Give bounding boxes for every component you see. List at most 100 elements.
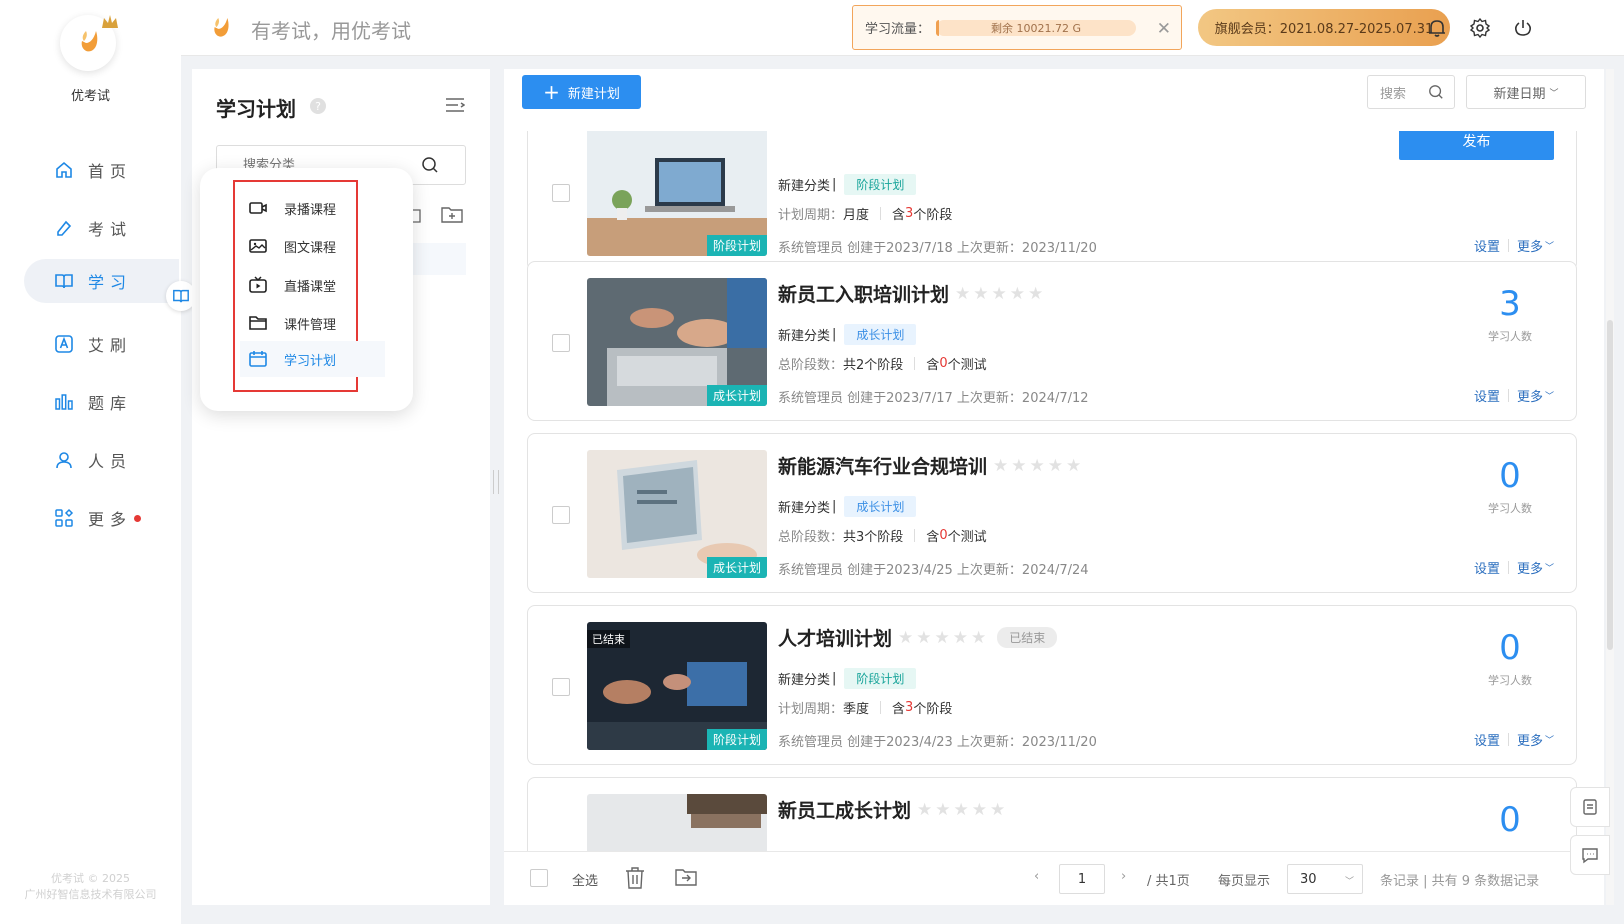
learner-count-label: 学习人数 — [1488, 674, 1532, 687]
row-checkbox[interactable] — [552, 678, 570, 696]
plan-card[interactable]: 成长计划 新能源汽车行业合规培训 ★ ★ ★ ★ ★ 新建分类 | 成长计划 总阶段数： 共3个… — [527, 433, 1577, 593]
close-icon[interactable]: ✕ — [1157, 19, 1171, 39]
thumb-tag: 成长计划 — [706, 385, 767, 406]
ended-overlay: 已结束 — [587, 630, 630, 648]
plus-icon: + — [543, 80, 560, 104]
learner-count: 3 — [1499, 284, 1521, 324]
plan-category: 新建分类 | 阶段计划 — [778, 668, 917, 689]
plan-title[interactable]: 新能源汽车行业合规培训 ★ ★ ★ ★ ★ — [778, 452, 1084, 479]
settings-link[interactable]: 设置 — [1474, 558, 1500, 577]
row-checkbox[interactable] — [552, 506, 570, 524]
plan-type-tag: 阶段计划 — [844, 668, 917, 689]
trash-icon[interactable] — [624, 866, 646, 890]
panel-title: 学习计划 — [216, 97, 296, 121]
scrollbar-thumb[interactable] — [1607, 320, 1613, 650]
plan-category: 新建分类 | 成长计划 — [778, 496, 917, 517]
nav-item-more[interactable]: 更多 — [24, 496, 179, 540]
plan-card[interactable]: 阶段计划 新建分类 | 阶段计划 计划周期： 月度含 3 个阶段 系统管理员 创建于202… — [527, 131, 1577, 271]
plan-title[interactable]: 新员工成长计划 ★ ★ ★ ★ ★ — [778, 796, 1008, 823]
page-number-input[interactable] — [1059, 864, 1105, 894]
bar-chart-icon — [54, 392, 74, 412]
plan-info: 系统管理员 创建于2023/4/23 上次更新：2023/11/20 — [778, 735, 1097, 750]
row-checkbox[interactable] — [552, 334, 570, 352]
calendar-icon — [248, 349, 268, 369]
nav-item-aishua[interactable]: 艾刷 — [24, 322, 179, 366]
rating-stars: ★ ★ ★ ★ ★ — [898, 627, 987, 648]
collapse-menu-icon[interactable] — [445, 97, 465, 113]
crown-icon — [102, 15, 118, 28]
search-icon[interactable] — [421, 156, 439, 174]
more-link[interactable]: 更多 — [1517, 236, 1543, 255]
traffic-banner: 学习流量： 剩余 10021.72 G ✕ — [852, 5, 1182, 50]
plan-type-tag: 成长计划 — [844, 324, 917, 345]
plan-category: 新建分类 | 成长计划 — [778, 324, 917, 345]
plan-card[interactable]: 新员工成长计划 ★ ★ ★ ★ ★ 0 — [527, 777, 1577, 851]
apps-icon — [54, 508, 74, 528]
bell-icon[interactable] — [1426, 17, 1448, 39]
more-link[interactable]: 更多 — [1517, 730, 1543, 749]
plan-search-box[interactable]: 搜索 — [1367, 75, 1455, 109]
document-icon — [1583, 799, 1597, 815]
slogan: 有考试，用优考试 — [251, 19, 411, 43]
help-icon[interactable]: ? — [310, 98, 326, 114]
rating-stars: ★ ★ ★ ★ ★ — [955, 283, 1044, 304]
home-icon — [54, 160, 74, 180]
plan-card[interactable]: 已结束 阶段计划 人才培训计划 ★ ★ ★ ★ ★ 已结束 新建分类 | 阶段计划 计划周期：季… — [527, 605, 1577, 765]
main-content: + 新建计划 搜索 新建日期 ﹀ 阶段计划 新建分类 | 阶段计划 计划周期： 月度含 3 个… — [504, 69, 1604, 905]
nav-item-people[interactable]: 人员 — [24, 438, 179, 482]
resize-handle[interactable] — [493, 470, 499, 494]
settings-link[interactable]: 设置 — [1474, 236, 1500, 255]
plan-actions: 设置 更多 ﹀ — [1474, 558, 1554, 577]
plan-thumbnail: 成长计划 — [587, 450, 767, 578]
plan-title[interactable]: 人才培训计划 ★ ★ ★ ★ ★ 已结束 — [778, 624, 1058, 651]
nav-item-study[interactable]: 学习 — [24, 259, 179, 303]
publish-button[interactable]: 发布 — [1399, 131, 1554, 160]
notes-float-button[interactable] — [1570, 787, 1610, 827]
book-icon — [54, 271, 74, 291]
gear-icon[interactable] — [1469, 17, 1491, 39]
learner-count-label: 学习人数 — [1488, 502, 1532, 515]
traffic-bar: 剩余 10021.72 G — [936, 19, 1137, 36]
new-plan-button[interactable]: + 新建计划 — [522, 75, 641, 109]
plan-meta: 计划周期： 月度含 3 个阶段 — [778, 206, 953, 223]
menu-item-study-plan[interactable]: 学习计划 — [240, 341, 385, 377]
rating-stars: ★ ★ ★ ★ ★ — [993, 455, 1082, 476]
nav-item-home[interactable]: 首页 — [24, 148, 179, 192]
small-logo-icon — [214, 18, 229, 37]
nav-item-question-bank[interactable]: 题库 — [24, 380, 179, 424]
plan-title[interactable]: 新员工入职培训计划 ★ ★ ★ ★ ★ — [778, 280, 1046, 307]
menu-item-recorded-course[interactable]: 录播课程 — [240, 190, 385, 226]
select-all-label[interactable]: 全选 — [572, 870, 598, 889]
app-logo[interactable] — [60, 15, 118, 71]
prev-page-icon[interactable]: ‹ — [1034, 869, 1039, 884]
power-icon[interactable] — [1512, 17, 1534, 39]
chat-icon — [1582, 848, 1598, 864]
add-folder-icon[interactable] — [441, 205, 463, 223]
more-link[interactable]: 更多 — [1517, 386, 1543, 405]
settings-link[interactable]: 设置 — [1474, 386, 1500, 405]
learner-count: 0 — [1499, 628, 1521, 668]
per-page-select[interactable]: 30 ﹀ — [1287, 864, 1363, 894]
menu-item-courseware[interactable]: 课件管理 — [240, 305, 385, 341]
chat-float-button[interactable] — [1570, 835, 1610, 875]
plan-list: 阶段计划 新建分类 | 阶段计划 计划周期： 月度含 3 个阶段 系统管理员 创建于202… — [504, 131, 1604, 851]
row-checkbox[interactable] — [552, 184, 570, 202]
menu-item-live-class[interactable]: 直播课堂 — [240, 267, 385, 303]
search-icon — [1428, 84, 1444, 100]
sort-by-date-dropdown[interactable]: 新建日期 ﹀ — [1466, 75, 1586, 109]
more-link[interactable]: 更多 — [1517, 558, 1543, 577]
nav-item-exam[interactable]: 考试 — [24, 206, 179, 250]
notification-dot — [134, 514, 142, 522]
settings-link[interactable]: 设置 — [1474, 730, 1500, 749]
next-page-icon[interactable]: › — [1121, 869, 1126, 884]
move-folder-icon[interactable] — [674, 867, 698, 887]
chevron-down-icon: ﹀ — [1344, 877, 1354, 887]
top-bar: 有考试，用优考试 学习流量： 剩余 10021.72 G ✕ 旗舰会员：2021… — [181, 0, 1624, 56]
ended-badge: 已结束 — [997, 627, 1058, 648]
plan-card[interactable]: 成长计划 新员工入职培训计划 ★ ★ ★ ★ ★ 新建分类 | 成长计划 总阶段数： 共2个阶段… — [527, 261, 1577, 421]
plan-info: 系统管理员 创建于2023/7/18 上次更新：2023/11/20 — [778, 241, 1097, 256]
select-all-checkbox[interactable] — [530, 869, 548, 887]
membership-badge[interactable]: 旗舰会员：2021.08.27-2025.07.31 — [1198, 9, 1450, 46]
app-name: 优考试 — [70, 89, 110, 104]
menu-item-image-text-course[interactable]: 图文课程 — [240, 228, 385, 264]
